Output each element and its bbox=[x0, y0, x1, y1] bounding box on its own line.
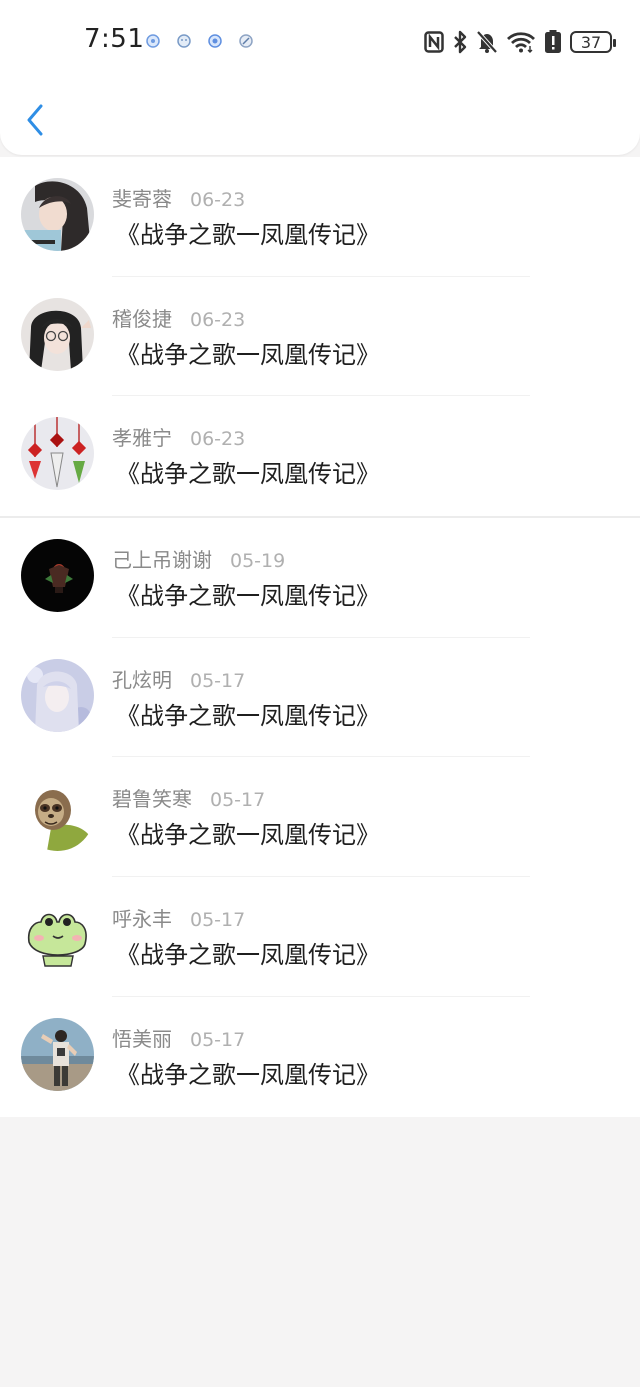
list-item[interactable]: 斐寄蓉 06-23 《战争之歌一凤凰传记》 bbox=[0, 157, 640, 277]
status-time: 7:51 bbox=[84, 24, 145, 54]
wifi-icon bbox=[507, 32, 535, 53]
book-title: 《战争之歌一凤凰传记》 bbox=[116, 340, 380, 369]
list-group: 己上吊谢谢 05-19 《战争之歌一凤凰传记》 孔炫明 05-17 《战争之歌一… bbox=[0, 518, 640, 1117]
book-title: 《战争之歌一凤凰传记》 bbox=[116, 701, 380, 730]
item-meta: 孔炫明 05-17 bbox=[112, 664, 245, 693]
avatar[interactable] bbox=[21, 539, 94, 613]
avatar[interactable] bbox=[21, 778, 94, 852]
avatar[interactable] bbox=[21, 297, 94, 371]
nfc-icon bbox=[424, 31, 444, 53]
status-bar: 7:51 37 bbox=[0, 18, 640, 66]
item-meta: 悟美丽 05-17 bbox=[112, 1023, 245, 1052]
book-title: 《战争之歌一凤凰传记》 bbox=[116, 821, 380, 850]
battery-icon: 37 bbox=[570, 31, 616, 53]
post-date: 05-17 bbox=[190, 1028, 246, 1051]
item-meta: 己上吊谢谢 05-19 bbox=[112, 544, 285, 573]
avatar[interactable] bbox=[21, 1017, 94, 1091]
woman-selfie-avatar bbox=[21, 178, 94, 251]
user-name: 碧鲁笑寒 bbox=[112, 787, 192, 812]
avatar[interactable] bbox=[21, 417, 94, 491]
page: 7:51 37 斐寄蓉 06-23 《战争之歌一凤凰传记》 稽俊捷 06-23 … bbox=[0, 0, 640, 1387]
pale-girl-avatar bbox=[21, 658, 94, 732]
back-button[interactable] bbox=[18, 100, 52, 140]
list-item[interactable]: 己上吊谢谢 05-19 《战争之歌一凤凰传记》 bbox=[0, 518, 640, 638]
user-name: 己上吊谢谢 bbox=[112, 548, 212, 573]
girl-glasses-avatar bbox=[21, 297, 94, 371]
post-date: 06-23 bbox=[190, 308, 246, 331]
reader-list: 斐寄蓉 06-23 《战争之歌一凤凰传记》 稽俊捷 06-23 《战争之歌一凤凰… bbox=[0, 157, 640, 1117]
user-name: 孝雅宁 bbox=[112, 426, 172, 451]
dark-figure-avatar bbox=[21, 539, 94, 613]
notification-icon bbox=[177, 34, 191, 48]
book-title: 《战争之歌一凤凰传记》 bbox=[116, 582, 380, 611]
post-date: 05-17 bbox=[210, 789, 266, 812]
post-date: 06-23 bbox=[190, 428, 246, 451]
list-item[interactable]: 碧鲁笑寒 05-17 《战争之歌一凤凰传记》 bbox=[0, 757, 640, 878]
user-name: 呼永丰 bbox=[112, 907, 172, 932]
mute-bell-icon bbox=[476, 30, 498, 54]
list-item[interactable]: 悟美丽 05-17 《战争之歌一凤凰传记》 bbox=[0, 997, 640, 1117]
item-meta: 呼永丰 05-17 bbox=[112, 903, 245, 932]
book-title: 《战争之歌一凤凰传记》 bbox=[116, 460, 380, 489]
status-icons: 37 bbox=[424, 27, 616, 57]
item-meta: 斐寄蓉 06-23 bbox=[112, 183, 245, 212]
avatar[interactable] bbox=[21, 658, 94, 732]
list-item[interactable]: 呼永丰 05-17 《战争之歌一凤凰传记》 bbox=[0, 877, 640, 997]
chinese-knots-avatar bbox=[21, 417, 94, 491]
post-date: 05-17 bbox=[190, 669, 246, 692]
battery-alert-icon bbox=[545, 30, 561, 53]
user-name: 悟美丽 bbox=[112, 1026, 172, 1051]
post-date: 06-23 bbox=[190, 189, 246, 211]
header: 7:51 37 bbox=[0, 0, 640, 155]
list-item[interactable]: 孝雅宁 06-23 《战争之歌一凤凰传记》 bbox=[0, 396, 640, 516]
frog-avatar bbox=[21, 898, 94, 972]
list-group: 斐寄蓉 06-23 《战争之歌一凤凰传记》 稽俊捷 06-23 《战争之歌一凤凰… bbox=[0, 157, 640, 517]
book-title: 《战争之歌一凤凰传记》 bbox=[116, 221, 380, 249]
notification-icon bbox=[208, 34, 222, 48]
person-outdoor-avatar bbox=[21, 1017, 94, 1091]
avatar[interactable] bbox=[21, 178, 94, 251]
post-date: 05-19 bbox=[230, 550, 286, 573]
bluetooth-icon bbox=[454, 30, 467, 54]
user-name: 斐寄蓉 bbox=[112, 187, 172, 211]
post-date: 05-17 bbox=[190, 909, 246, 932]
item-meta: 孝雅宁 06-23 bbox=[112, 422, 245, 451]
notification-icon bbox=[239, 34, 253, 48]
sloth-avatar bbox=[21, 778, 94, 852]
notification-icon bbox=[146, 34, 160, 48]
chevron-left-icon bbox=[27, 104, 43, 136]
battery-level: 37 bbox=[580, 32, 602, 52]
book-title: 《战争之歌一凤凰传记》 bbox=[116, 1060, 380, 1089]
avatar[interactable] bbox=[21, 898, 94, 972]
user-name: 稽俊捷 bbox=[112, 306, 172, 331]
user-name: 孔炫明 bbox=[112, 667, 172, 692]
book-title: 《战争之歌一凤凰传记》 bbox=[116, 941, 380, 970]
item-meta: 碧鲁笑寒 05-17 bbox=[112, 783, 265, 812]
item-meta: 稽俊捷 06-23 bbox=[112, 303, 245, 332]
list-item[interactable]: 孔炫明 05-17 《战争之歌一凤凰传记》 bbox=[0, 638, 640, 758]
list-item[interactable]: 稽俊捷 06-23 《战争之歌一凤凰传记》 bbox=[0, 277, 640, 397]
